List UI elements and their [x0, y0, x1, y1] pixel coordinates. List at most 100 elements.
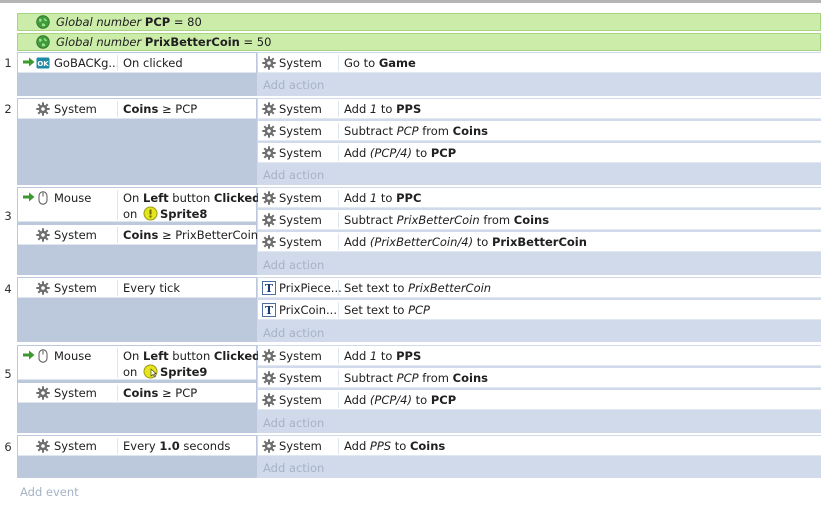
- action-row[interactable]: System Add 1 to PPS: [258, 99, 821, 119]
- action-row[interactable]: System Subtract PCP from Coins: [258, 121, 821, 141]
- event-6[interactable]: System Every 1.0 seconds System Add PPS …: [17, 435, 821, 478]
- action-object-name: System: [279, 191, 322, 205]
- condition-text: On Left button Clicked on Sprite9: [123, 349, 261, 379]
- globe-icon: [36, 15, 50, 29]
- action-object-name: System: [279, 102, 322, 116]
- mouse-icon: [38, 349, 48, 363]
- global-variable-kind: Global number: [56, 35, 142, 49]
- global-variable-value: = 50: [239, 35, 272, 49]
- event-2[interactable]: System Coins ≥ PCP System Add 1 to PPS S…: [17, 98, 821, 185]
- condition-text: On clicked: [123, 56, 183, 70]
- action-text: Add 1 to PPS: [344, 102, 422, 116]
- condition-row[interactable]: OK GoBACKg... On clicked: [18, 53, 256, 73]
- condition-row[interactable]: System Coins ≥ PCP: [18, 99, 256, 119]
- column-separator: [338, 145, 339, 161]
- event-4[interactable]: System Every tick T PrixPiece... Set tex…: [17, 277, 821, 342]
- gear-icon: [262, 371, 276, 385]
- action-object-name: System: [279, 56, 322, 70]
- action-row[interactable]: System Add (PCP/4) to PCP: [258, 143, 821, 163]
- trigger-arrow-icon: [23, 350, 35, 360]
- column-separator: [338, 234, 339, 250]
- event-1[interactable]: OK GoBACKg... On clicked System Go to Ga…: [17, 52, 821, 96]
- condition-object-name: Mouse: [54, 349, 92, 363]
- global-variable-prixbettercoin[interactable]: Global number PrixBetterCoin = 50: [17, 33, 821, 51]
- condition-text: Coins ≥ PCP: [123, 386, 198, 400]
- text-object-icon: T: [262, 281, 276, 295]
- condition-text: Every 1.0 seconds: [123, 439, 231, 453]
- column-separator: [338, 302, 339, 318]
- condition-object-name: System: [54, 386, 97, 400]
- event-number: 6: [4, 440, 12, 454]
- action-row[interactable]: System Add (PCP/4) to PCP: [258, 390, 821, 410]
- condition-row[interactable]: System Coins ≥ PrixBetterCoin: [18, 225, 258, 245]
- action-row[interactable]: System Go to Game: [258, 53, 821, 73]
- column-separator: [117, 190, 118, 220]
- add-action-link[interactable]: Add action: [263, 326, 324, 340]
- action-row[interactable]: System Subtract PrixBetterCoin from Coin…: [258, 210, 821, 230]
- button-object-icon: OK: [36, 57, 50, 69]
- condition-object-name: Mouse: [54, 191, 92, 205]
- action-row[interactable]: System Subtract PCP from Coins: [258, 368, 821, 388]
- column-separator: [117, 438, 118, 454]
- mouse-icon: [38, 191, 48, 205]
- add-action-link[interactable]: Add action: [263, 168, 324, 182]
- condition-object-name: GoBACKg...: [54, 56, 120, 70]
- global-variable-name: PrixBetterCoin: [144, 35, 240, 49]
- event-number: 1: [4, 56, 12, 70]
- trigger-arrow-icon: [23, 57, 35, 67]
- column-separator: [338, 101, 339, 117]
- column-separator: [117, 385, 118, 401]
- event-number: 3: [4, 209, 12, 223]
- column-separator: [338, 190, 339, 206]
- condition-row[interactable]: System Every 1.0 seconds: [18, 436, 256, 456]
- event-5[interactable]: Mouse On Left button Clicked on Sprite9 S…: [17, 345, 821, 433]
- action-text: Go to Game: [344, 56, 416, 70]
- add-action-link[interactable]: Add action: [263, 258, 324, 272]
- add-action-link[interactable]: Add action: [263, 461, 324, 475]
- action-text: Add (PCP/4) to PCP: [344, 393, 457, 407]
- event-3[interactable]: Mouse On Left button Clicked on Sprite8 S…: [17, 187, 821, 275]
- action-object-name: PrixPiece...: [279, 281, 342, 295]
- condition-row[interactable]: System Coins ≥ PCP: [18, 383, 256, 403]
- action-text: Set text to PrixBetterCoin: [344, 281, 492, 295]
- action-object-name: System: [279, 235, 322, 249]
- globe-icon: [36, 35, 50, 49]
- action-object-name: System: [279, 124, 322, 138]
- action-row[interactable]: T PrixCoin... Set text to PCP: [258, 300, 821, 320]
- add-action-link[interactable]: Add action: [263, 78, 324, 92]
- column-separator: [117, 227, 118, 243]
- column-separator: [338, 370, 339, 386]
- add-action-link[interactable]: Add action: [263, 416, 324, 430]
- condition-row[interactable]: Mouse On Left button Clicked on Sprite9: [18, 346, 260, 380]
- add-event-link[interactable]: Add event: [20, 485, 79, 499]
- global-variable-pcp[interactable]: Global number PCP = 80: [17, 13, 821, 31]
- action-row[interactable]: System Add 1 to PPS: [258, 346, 821, 366]
- column-separator: [338, 280, 339, 296]
- condition-object-name: System: [54, 102, 97, 116]
- action-row[interactable]: T PrixPiece... Set text to PrixBetterCoi…: [258, 278, 821, 298]
- column-separator: [338, 438, 339, 454]
- action-object-name: System: [279, 146, 322, 160]
- event-number: 2: [4, 102, 12, 116]
- gear-icon: [262, 102, 276, 116]
- gear-icon: [36, 281, 50, 295]
- action-row[interactable]: System Add 1 to PPC: [258, 188, 821, 208]
- column-separator: [338, 55, 339, 71]
- condition-row[interactable]: Mouse On Left button Clicked on Sprite8: [18, 188, 260, 222]
- sprite-icon: [143, 364, 158, 379]
- condition-text: Coins ≥ PCP: [123, 102, 198, 116]
- gear-icon: [262, 235, 276, 249]
- event-number: 4: [4, 282, 12, 296]
- gear-icon: [262, 393, 276, 407]
- action-row[interactable]: System Add PPS to Coins: [258, 436, 821, 456]
- svg-text:T: T: [265, 282, 274, 295]
- gear-icon: [262, 349, 276, 363]
- gear-icon: [36, 439, 50, 453]
- condition-row[interactable]: System Every tick: [18, 278, 256, 298]
- column-separator: [117, 280, 118, 296]
- action-object-name: System: [279, 371, 322, 385]
- action-row[interactable]: System Add (PrixBetterCoin/4) to PrixBet…: [258, 232, 821, 252]
- global-variable-kind: Global number: [56, 15, 142, 29]
- gear-icon: [262, 124, 276, 138]
- gear-icon: [262, 191, 276, 205]
